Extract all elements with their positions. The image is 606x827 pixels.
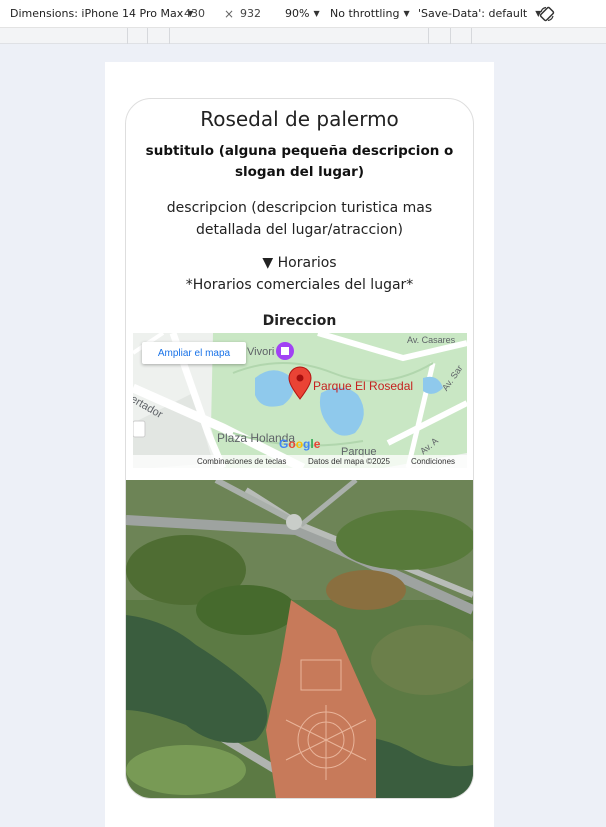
expand-map-button[interactable]: Ampliar el mapa bbox=[142, 342, 246, 364]
save-data-selector[interactable]: 'Save-Data': default ▼ bbox=[418, 7, 541, 20]
device-dimensions-label: Dimensions: iPhone 14 Pro Max bbox=[10, 7, 184, 20]
devtools-device-toolbar: Dimensions: iPhone 14 Pro Max ▼ 430 × 93… bbox=[0, 0, 606, 28]
hours-toggle[interactable]: ▼ Horarios bbox=[126, 255, 473, 271]
save-data-label: 'Save-Data': default bbox=[418, 7, 528, 20]
throttling-label: No throttling bbox=[330, 7, 400, 20]
map-footer: Combinaciones de teclas Datos del mapa ©… bbox=[133, 455, 467, 468]
zoom-label: 90% bbox=[285, 7, 310, 20]
map-label-casares: Av. Casares bbox=[407, 335, 456, 345]
google-logo: Google bbox=[279, 437, 321, 451]
media-query-ruler bbox=[0, 28, 606, 44]
keyboard-shortcuts-link[interactable]: Combinaciones de teclas bbox=[197, 457, 286, 466]
address-label: Direccion bbox=[262, 313, 337, 329]
chevron-down-icon: ▼ bbox=[403, 9, 410, 18]
embedded-map[interactable]: Ampliar el mapa Vivori Av. Casares Av. S… bbox=[133, 333, 467, 468]
device-viewport: Rosedal de palermo subtitulo (alguna peq… bbox=[105, 62, 494, 827]
map-place-name[interactable]: Parque El Rosedal bbox=[313, 379, 413, 393]
zoom-selector[interactable]: 90% ▼ bbox=[285, 7, 320, 20]
place-card: Rosedal de palermo subtitulo (alguna peq… bbox=[125, 98, 474, 799]
place-subtitle: subtitulo (alguna pequeña descripcion o … bbox=[145, 143, 454, 180]
map-data-label: Datos del mapa ©2025 bbox=[308, 457, 390, 466]
height-input[interactable]: 932 bbox=[240, 7, 261, 20]
times-sign: × bbox=[224, 6, 235, 21]
device-selector[interactable]: Dimensions: iPhone 14 Pro Max ▼ bbox=[10, 7, 193, 20]
hours-text: *Horarios comerciales del lugar* bbox=[185, 277, 414, 293]
width-input[interactable]: 430 bbox=[184, 7, 205, 20]
map-label-vivori: Vivori bbox=[247, 346, 275, 358]
page-title: Rosedal de palermo bbox=[200, 107, 399, 131]
place-photo bbox=[126, 480, 473, 798]
throttling-selector[interactable]: No throttling ▼ bbox=[330, 7, 410, 20]
rotate-icon[interactable] bbox=[538, 5, 556, 23]
chevron-down-icon: ▼ bbox=[313, 9, 320, 18]
terms-link[interactable]: Condiciones bbox=[411, 457, 455, 466]
place-description: descripcion (descripcion turistica mas d… bbox=[166, 200, 433, 238]
